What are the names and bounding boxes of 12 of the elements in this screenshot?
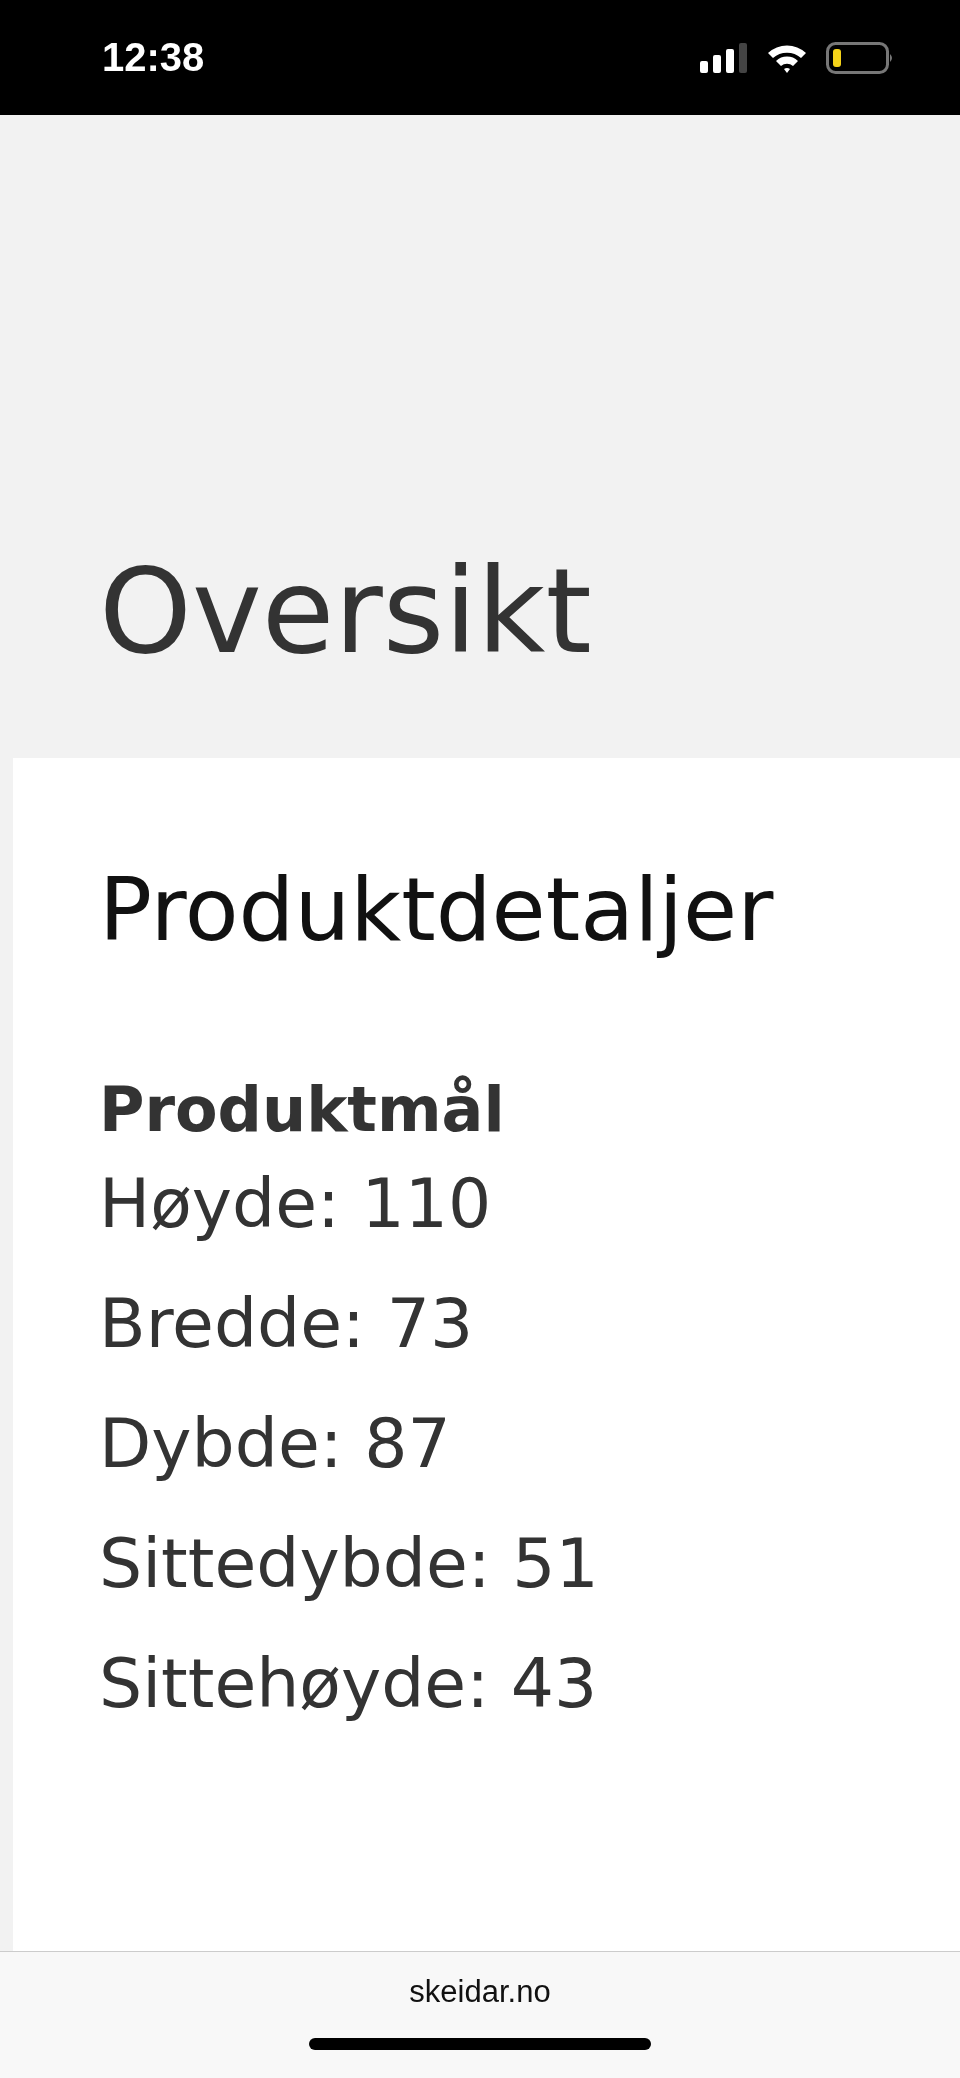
signal-icon (700, 42, 748, 73)
subsection-title: Produktmål (99, 1076, 506, 1145)
battery-icon (826, 41, 894, 74)
spec-text: Sittehøyde: 43 (99, 1643, 599, 1726)
url-text[interactable]: skeidar.no (409, 1974, 551, 2010)
page-title: Oversikt (99, 552, 592, 670)
spec-text: Sittedybde: 51 (99, 1523, 600, 1606)
home-indicator[interactable] (309, 2038, 651, 2050)
clock-time: 12:38 (102, 35, 205, 80)
spec-text: Høyde: 110 (99, 1163, 493, 1246)
spec-text: Dybde: 87 (99, 1403, 452, 1486)
spec-text: Bredde: 73 (99, 1283, 475, 1366)
